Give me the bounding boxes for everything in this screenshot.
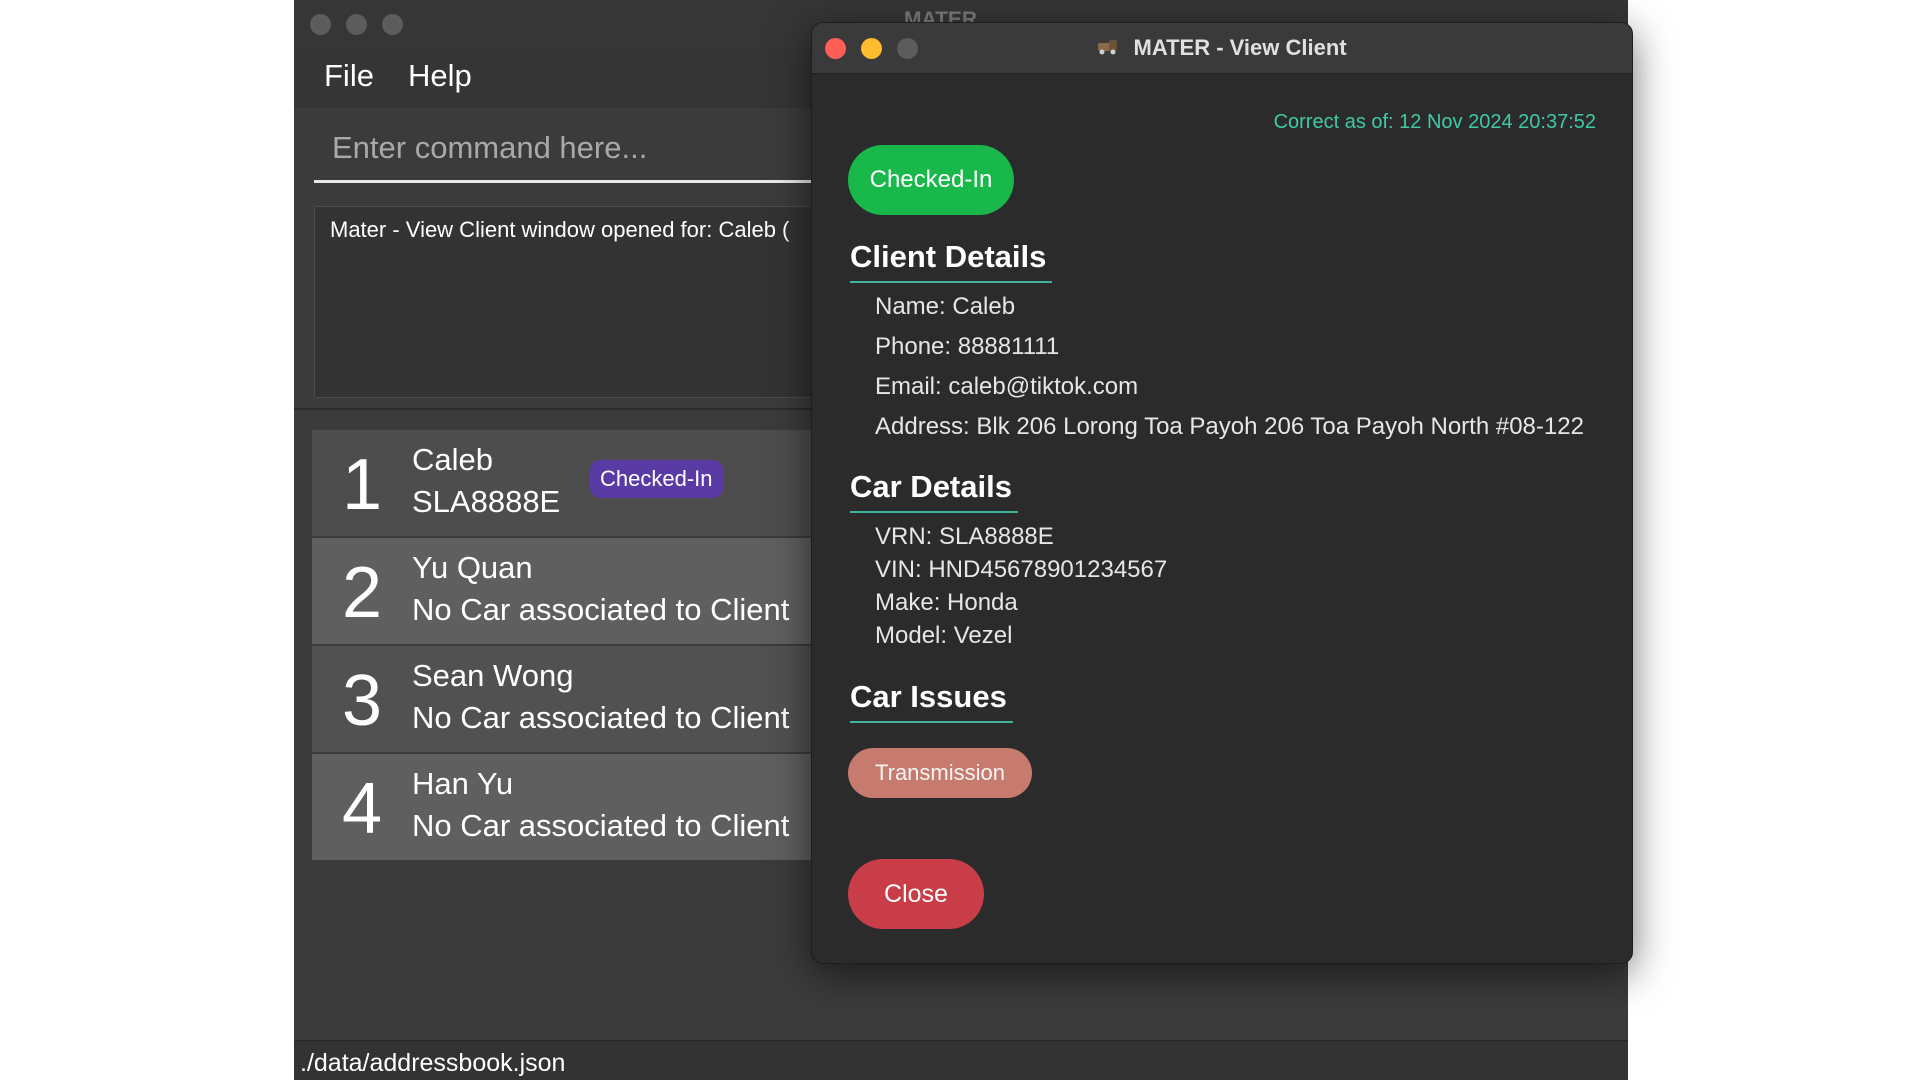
client-email-detail: Email: caleb@tiktok.com (875, 373, 1139, 400)
client-index: 3 (342, 661, 383, 741)
status-bar: ./data/addressbook.json (294, 1040, 1628, 1080)
client-name: Caleb (412, 442, 493, 477)
view-client-window: MATER - View Client Correct as of: 12 No… (811, 22, 1633, 964)
car-vin-detail: VIN: HND45678901234567 (875, 556, 1168, 583)
checked-in-badge: Checked-In (590, 460, 723, 498)
client-index: 2 (342, 553, 383, 633)
command-placeholder: Enter command here... (332, 130, 648, 165)
close-button[interactable]: Close (848, 859, 984, 929)
client-car: SLA8888E (412, 484, 561, 519)
view-window-title: MATER - View Client (1133, 35, 1347, 60)
client-name-detail: Name: Caleb (875, 293, 1016, 320)
client-phone-detail: Phone: 88881111 (875, 333, 1060, 360)
car-make-detail: Make: Honda (875, 589, 1018, 616)
issue-tag: Transmission (848, 748, 1032, 798)
client-car: No Car associated to Client (412, 808, 790, 843)
menu-file[interactable]: File (324, 58, 374, 94)
client-name: Han Yu (412, 766, 514, 801)
client-name: Yu Quan (412, 550, 533, 585)
client-car: No Car associated to Client (412, 700, 790, 735)
client-index: 4 (342, 769, 383, 849)
menu-help[interactable]: Help (408, 58, 472, 94)
zoom-window-button[interactable] (382, 14, 403, 35)
result-text: Mater - View Client window opened for: C… (330, 217, 790, 242)
client-name: Sean Wong (412, 658, 574, 693)
view-titlebar: MATER - View Client (812, 23, 1632, 74)
car-vrn-detail: VRN: SLA8888E (875, 523, 1054, 550)
view-window-title-bar: MATER - View Client (812, 23, 1632, 73)
status-path: ./data/addressbook.json (300, 1049, 566, 1077)
minimize-window-button[interactable] (346, 14, 367, 35)
mater-logo-icon (1097, 23, 1119, 73)
car-issues-heading: Car Issues (850, 679, 1013, 723)
client-car: No Car associated to Client (412, 592, 790, 627)
car-model-detail: Model: Vezel (875, 622, 1013, 649)
status-badge: Checked-In (848, 145, 1014, 215)
client-index: 1 (342, 445, 383, 525)
timestamp: Correct as of: 12 Nov 2024 20:37:52 (1273, 111, 1596, 133)
client-address-detail: Address: Blk 206 Lorong Toa Payoh 206 To… (875, 413, 1584, 440)
client-details-heading: Client Details (850, 239, 1053, 283)
car-details-heading: Car Details (850, 469, 1018, 513)
close-window-button[interactable] (310, 14, 331, 35)
